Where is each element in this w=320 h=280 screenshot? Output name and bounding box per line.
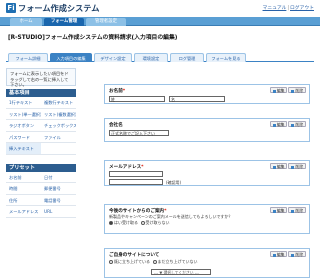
radio-yes-label: はい受け取る: [114, 220, 138, 225]
preset-items-heading: プリセット: [6, 163, 76, 172]
delete-button[interactable]: 削除: [288, 87, 306, 93]
field-label: 会社名: [109, 123, 123, 128]
field-label: ご自身のサイトについて: [109, 253, 160, 258]
radio-launched[interactable]: [109, 260, 113, 264]
delete-icon: [291, 89, 295, 93]
nav-tab-form-management[interactable]: フォーム管理: [44, 18, 84, 26]
edit-button[interactable]: 編集: [269, 87, 288, 93]
app-title: フォーム作成システム: [18, 3, 100, 13]
newsletter-description: 新製品やキャンペーンのご案内メールを送信してもよろしいですか？: [109, 214, 233, 219]
radio-no-label: 受け取らない: [145, 220, 170, 225]
delete-button[interactable]: 削除: [288, 121, 306, 127]
form-field-list: お名前* 編集 削除 姓 名 会社名 編集 削除 正式名称でご記入下さい メールアド…: [80, 68, 314, 280]
delete-button[interactable]: 削除: [288, 163, 306, 169]
edit-icon: [272, 253, 276, 257]
palette-item-single-line-text[interactable]: 1行テキスト: [6, 97, 41, 109]
site-status-select[interactable]: --- ▼ 選択してください ---: [151, 269, 211, 275]
nav-tab-admin-settings[interactable]: 管理者設定: [86, 18, 126, 26]
field-label: メールアドレス*: [109, 165, 144, 170]
field-block-company[interactable]: 会社名 編集 削除 正式名称でご記入下さい: [104, 118, 310, 142]
edit-icon: [272, 89, 276, 93]
field-actions: 編集 削除: [269, 121, 306, 128]
link-separator: |: [287, 6, 289, 11]
radio-yes[interactable]: [109, 221, 113, 225]
preset-item-date[interactable]: 日付: [41, 172, 76, 183]
tab-environment-settings[interactable]: 環境設定: [134, 53, 168, 62]
palette-item-password[interactable]: パスワード: [6, 132, 41, 143]
field-actions: 編集 削除: [269, 251, 306, 258]
preset-item-url[interactable]: URL: [41, 206, 76, 218]
basic-items-heading: 基本項目: [6, 89, 76, 97]
email-input[interactable]: [109, 171, 163, 177]
site-status-options: 既に立ち上げている まだ立ち上げていない: [109, 259, 198, 264]
required-mark: *: [122, 89, 126, 94]
field-actions: 編集 削除: [269, 87, 306, 94]
field-label: お名前*: [109, 89, 126, 94]
nav-tab-home[interactable]: ホーム: [10, 18, 42, 26]
edit-button[interactable]: 編集: [269, 207, 288, 213]
tab-edit-fields[interactable]: 入力項目の編集: [50, 53, 92, 62]
palette-item-insert-text[interactable]: 挿入テキスト: [6, 143, 41, 155]
delete-icon: [291, 209, 295, 213]
tab-log-management[interactable]: ログ管理: [170, 53, 204, 62]
newsletter-options: はい受け取る 受け取らない: [109, 220, 170, 225]
palette-item-multi-line-text[interactable]: 複数行テキスト: [41, 97, 76, 109]
app-logo: Fi: [6, 3, 16, 13]
preset-item-postal-code[interactable]: 郵便番号: [41, 183, 76, 195]
palette-item-list-single[interactable]: リスト(単一選択): [6, 109, 41, 120]
delete-button[interactable]: 削除: [288, 207, 306, 213]
app-header: Fi フォーム作成システム マニュアル|ログアウト: [0, 0, 320, 17]
field-block-newsletter[interactable]: 今後のサイトからのご案内* 編集 削除 新製品やキャンペーンのご案内メールを送信し…: [104, 204, 310, 234]
radio-launched-label: 既に立ち上げている: [114, 259, 150, 264]
company-input[interactable]: 正式名称でご記入下さい: [109, 130, 169, 136]
top-navigation: ホーム フォーム管理 管理者設定: [0, 17, 320, 26]
preset-items-grid: お名前 日付 時間 郵便番号 住所 電話番号 メールアドレス URL: [6, 172, 76, 218]
field-block-site-status[interactable]: ご自身のサイトについて 編集 削除 既に立ち上げている まだ立ち上げていない --…: [104, 248, 310, 278]
edit-icon: [272, 165, 276, 169]
preset-item-time[interactable]: 時間: [6, 183, 41, 195]
radio-not-launched-label: まだ立ち上げていない: [157, 259, 198, 264]
tab-form-details[interactable]: フォーム詳細: [8, 53, 48, 62]
palette-item-radio-button[interactable]: ラジオボタン: [6, 120, 41, 132]
required-mark: *: [141, 165, 144, 170]
radio-not-launched[interactable]: [152, 260, 157, 264]
sub-tabs: フォーム詳細 入力項目の編集 デザイン設定 環境設定 ログ管理 フォームを見る: [6, 52, 314, 62]
delete-icon: [291, 253, 295, 257]
edit-icon: [272, 123, 276, 127]
sidebar-help-text: フォームに表示したい項目をドラッグして右の一覧に挿入して下さい。: [6, 68, 76, 87]
page-title: [R-STUDIO]フォーム作成システムの資料請求(入力項目の編集): [8, 35, 178, 41]
delete-icon: [291, 165, 295, 169]
preset-item-address[interactable]: 住所: [6, 195, 41, 206]
utility-links: マニュアル|ログアウト: [263, 4, 314, 11]
preset-item-email[interactable]: メールアドレス: [6, 206, 41, 218]
email-confirm-input[interactable]: [109, 179, 163, 185]
edit-icon: [272, 209, 276, 213]
tab-view-form[interactable]: フォームを見る: [206, 53, 246, 62]
basic-items-grid: 1行テキスト 複数行テキスト リスト(単一選択) リスト(複数選択) ラジオボタ…: [6, 97, 76, 155]
field-block-name[interactable]: お名前* 編集 削除 姓 名: [104, 84, 310, 104]
palette-item-file[interactable]: ファイル: [41, 132, 76, 143]
edit-button[interactable]: 編集: [269, 163, 288, 169]
preset-item-phone[interactable]: 電話番号: [41, 195, 76, 206]
palette-item-list-multiple[interactable]: リスト(複数選択): [41, 109, 76, 120]
delete-button[interactable]: 削除: [288, 251, 306, 257]
palette-item-checkbox[interactable]: チェックボックス: [41, 120, 76, 132]
last-name-input[interactable]: 姓: [109, 96, 165, 102]
email-confirm-note: (確認用): [166, 180, 182, 185]
delete-icon: [291, 123, 295, 127]
field-palette-sidebar: フォームに表示したい項目をドラッグして右の一覧に挿入して下さい。 基本項目 1行…: [6, 68, 76, 218]
manual-link[interactable]: マニュアル: [263, 6, 287, 11]
palette-item-empty: [41, 143, 76, 155]
logout-link[interactable]: ログアウト: [290, 6, 314, 11]
field-block-email[interactable]: メールアドレス* 編集 削除 (確認用): [104, 160, 310, 186]
tab-design-settings[interactable]: デザイン設定: [94, 53, 132, 62]
field-actions: 編集 削除: [269, 207, 306, 214]
edit-button[interactable]: 編集: [269, 121, 288, 127]
first-name-input[interactable]: 名: [169, 96, 225, 102]
field-actions: 編集 削除: [269, 163, 306, 170]
preset-item-name[interactable]: お名前: [6, 172, 41, 183]
edit-button[interactable]: 編集: [269, 251, 288, 257]
radio-no[interactable]: [140, 221, 145, 225]
